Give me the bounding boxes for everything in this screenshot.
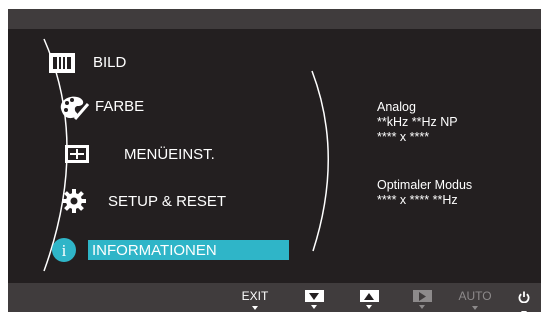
- button-pointer: [472, 306, 478, 310]
- gear-icon: [62, 189, 86, 213]
- exit-button[interactable]: EXIT: [242, 283, 268, 312]
- menu-item-label: BILD: [93, 54, 127, 71]
- menu-item-informationen[interactable]: i INFORMATIONEN: [51, 237, 291, 262]
- button-pointer: [419, 305, 425, 309]
- info-icon: i: [52, 238, 76, 262]
- osd-menu-panel: BILD FARBE MENÜEINST. SETUP & RESET i IN…: [8, 9, 541, 312]
- menu-item-label: SETUP & RESET: [108, 193, 227, 210]
- menu-item-farbe[interactable]: FARBE: [58, 95, 258, 120]
- power-button[interactable]: [515, 283, 533, 312]
- up-arrow-icon: [359, 290, 379, 302]
- frequency-text: **kHz **Hz NP: [377, 115, 458, 129]
- picture-icon: [49, 53, 75, 73]
- resolution-text: **** x ****: [377, 130, 430, 144]
- button-pointer: [252, 306, 258, 310]
- menu-item-label: FARBE: [95, 98, 145, 115]
- menu-item-label: MENÜEINST.: [124, 146, 215, 163]
- menu-item-setup-reset[interactable]: SETUP & RESET: [62, 189, 292, 213]
- svg-text:i: i: [62, 241, 67, 260]
- down-button[interactable]: [302, 283, 326, 312]
- menu-item-label: INFORMATIONEN: [92, 242, 217, 259]
- enter-button[interactable]: [410, 283, 434, 312]
- auto-button[interactable]: AUTO: [458, 283, 492, 312]
- button-pointer: [366, 305, 372, 309]
- up-button[interactable]: [357, 283, 381, 312]
- menu-item-bild[interactable]: BILD: [48, 51, 248, 75]
- exit-button-label: EXIT: [241, 289, 269, 303]
- menu-settings-icon: [65, 145, 89, 163]
- down-arrow-icon: [304, 290, 324, 302]
- play-icon: [412, 290, 432, 302]
- menu-item-menueinst[interactable]: MENÜEINST.: [64, 142, 284, 166]
- button-pointer: [311, 305, 317, 309]
- signal-type-text: Analog: [377, 100, 416, 114]
- optimal-mode-label: Optimaler Modus: [377, 178, 473, 192]
- palette-icon: [60, 96, 90, 120]
- auto-button-label: AUTO: [458, 289, 492, 303]
- power-icon: [518, 290, 530, 308]
- optimal-mode-value: **** x **** **Hz: [377, 193, 458, 207]
